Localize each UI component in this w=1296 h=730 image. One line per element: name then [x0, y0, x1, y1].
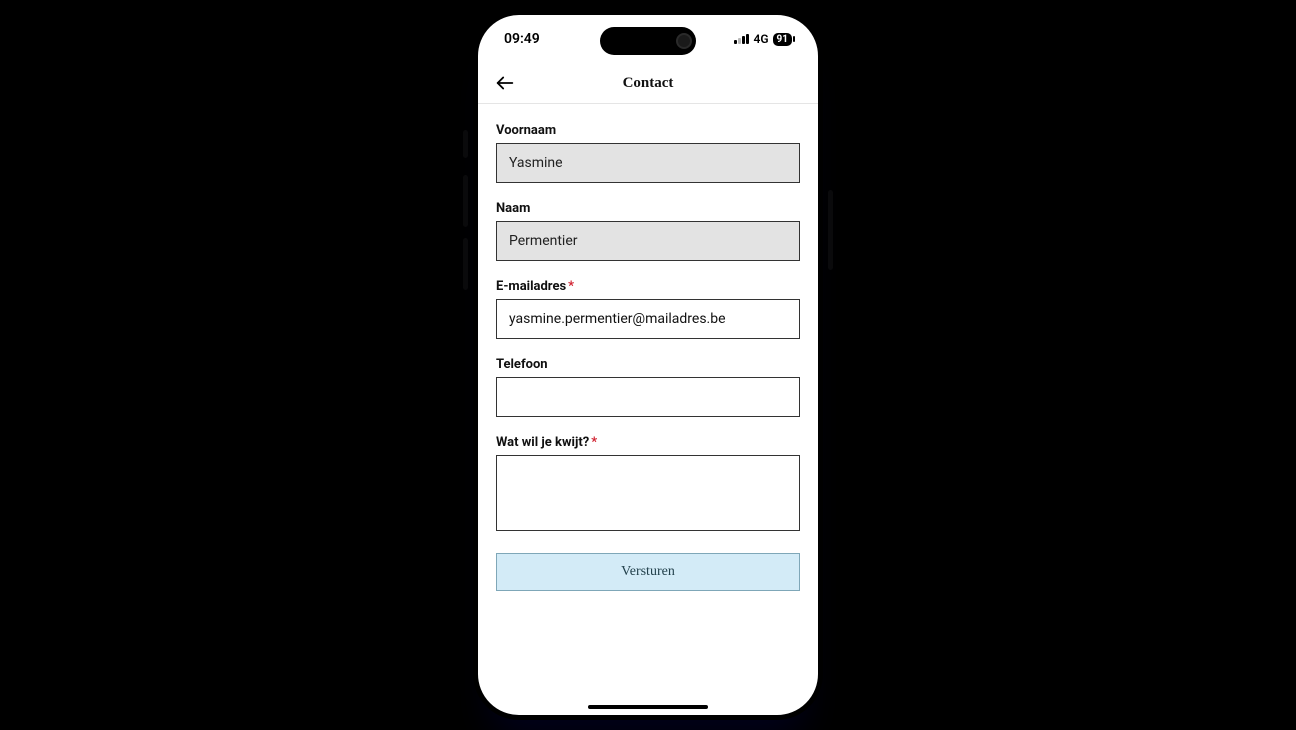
home-indicator: [588, 705, 708, 709]
signal-icon: [734, 34, 749, 44]
lastname-label: Naam: [496, 201, 800, 216]
message-field[interactable]: [496, 455, 800, 531]
status-time: 09:49: [504, 31, 540, 47]
phone-side-button: [828, 190, 833, 270]
lastname-field[interactable]: [496, 221, 800, 261]
battery-icon: 91: [773, 33, 792, 46]
message-label: Wat wil je kwijt?*: [496, 435, 800, 450]
email-field[interactable]: [496, 299, 800, 339]
battery-level: 91: [777, 34, 788, 45]
email-label-text: E-mailadres: [496, 279, 566, 294]
camera-icon: [676, 33, 692, 49]
required-icon: *: [591, 435, 597, 450]
phone-side-button: [463, 238, 468, 290]
network-label: 4G: [753, 32, 768, 46]
nav-bar: Contact: [478, 63, 818, 104]
submit-button[interactable]: Versturen: [496, 553, 800, 591]
dynamic-island: [600, 27, 696, 55]
firstname-label: Voornaam: [496, 123, 800, 138]
arrow-left-icon: [494, 72, 516, 94]
phone-field[interactable]: [496, 377, 800, 417]
required-icon: *: [568, 279, 574, 294]
firstname-field[interactable]: [496, 143, 800, 183]
email-label: E-mailadres*: [496, 279, 800, 294]
phone-side-button: [463, 175, 468, 227]
phone-side-button: [463, 130, 468, 158]
phone-frame: 09:49 4G 91 Contact Voornaam: [473, 10, 823, 720]
page-title: Contact: [623, 75, 674, 92]
phone-label: Telefoon: [496, 357, 800, 372]
message-label-text: Wat wil je kwijt?: [496, 435, 589, 450]
back-button[interactable]: [492, 70, 518, 96]
contact-form: Voornaam Naam E-mailadres* Telefoon Wat …: [478, 115, 818, 693]
